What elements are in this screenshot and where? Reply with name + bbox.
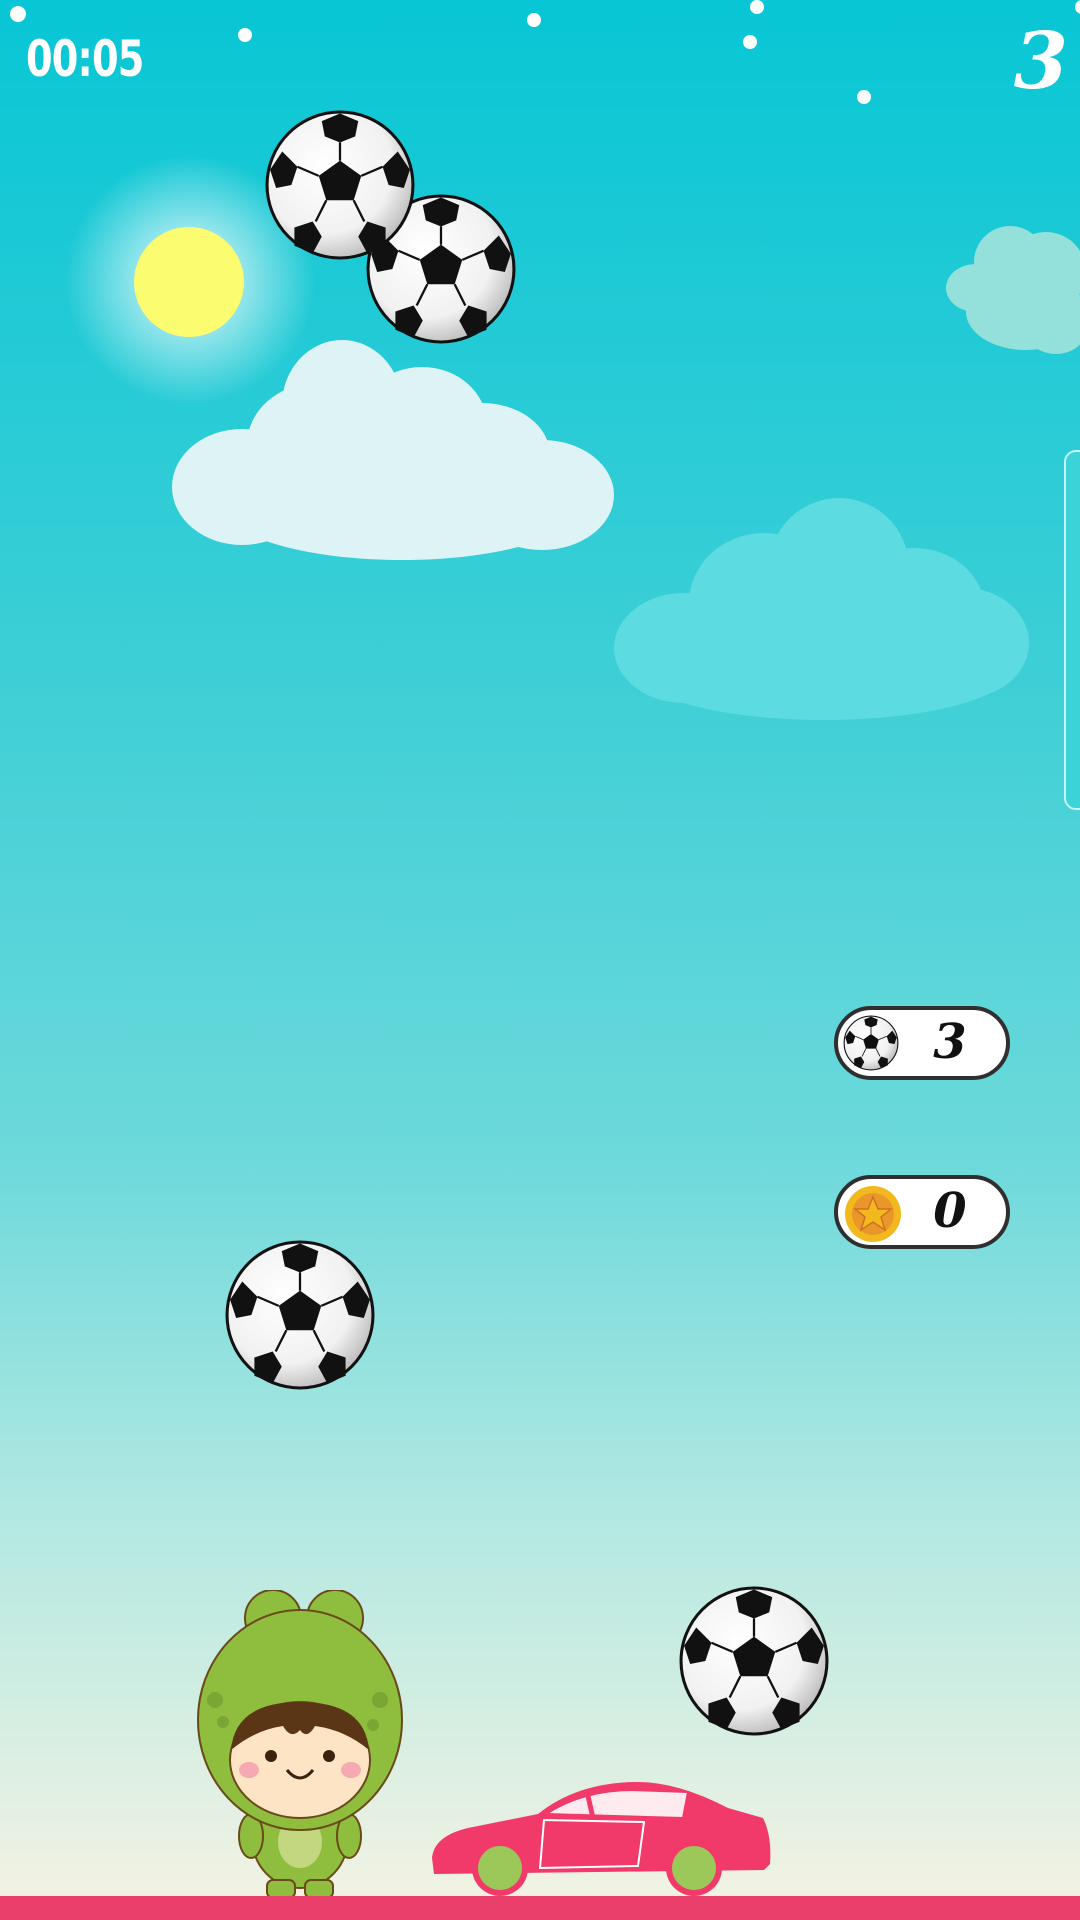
star-coin-icon xyxy=(845,1186,901,1242)
cloud-blue xyxy=(614,498,1029,720)
ball-counter: 3 xyxy=(834,1006,1010,1080)
cloud-white xyxy=(172,340,614,560)
star-dot xyxy=(1075,0,1080,14)
ground-strip xyxy=(0,1896,1080,1920)
soccer-ball-icon xyxy=(843,1015,899,1071)
game-scene[interactable]: 00:05 3 3 0 xyxy=(0,0,1080,1920)
timer-text: 00:05 xyxy=(26,30,144,88)
coin-count: 0 xyxy=(933,1183,967,1239)
star-dot xyxy=(857,90,871,104)
frog-girl-character[interactable] xyxy=(195,1590,405,1900)
ball-count: 3 xyxy=(933,1014,967,1070)
side-drawer-handle[interactable] xyxy=(1064,450,1080,810)
score-text: 3 xyxy=(1013,16,1068,107)
soccer-ball[interactable] xyxy=(224,1230,376,1400)
star-dot xyxy=(10,6,26,22)
soccer-ball[interactable] xyxy=(678,1576,830,1746)
star-dot xyxy=(238,28,252,42)
pink-sports-car[interactable] xyxy=(428,1778,774,1900)
cloud-mint xyxy=(946,226,1080,354)
star-dot xyxy=(743,35,757,49)
star-dot xyxy=(527,13,541,27)
soccer-ball[interactable] xyxy=(264,100,416,270)
coin-counter: 0 xyxy=(834,1175,1010,1249)
star-dot xyxy=(750,0,764,14)
